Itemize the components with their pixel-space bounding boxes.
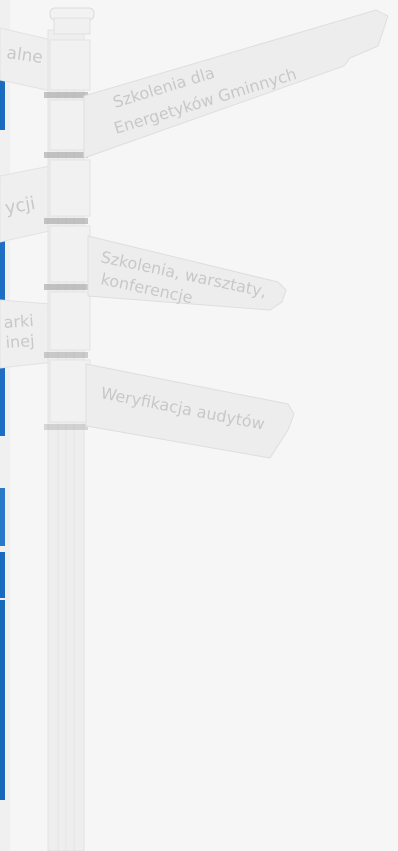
left-strip <box>0 0 10 851</box>
left-strip-segment <box>0 488 5 546</box>
sign-szkolenia-warsztaty: Szkolenia, warsztaty, konferencje <box>87 235 287 311</box>
signpost-graphic: alne ycji arki inej Szkolenia dla Energe… <box>0 0 389 851</box>
left-sign-3-text-2: inej <box>5 331 35 352</box>
pole-collar <box>44 424 88 430</box>
pole-collar <box>44 284 88 290</box>
left-strip-segment <box>0 552 5 598</box>
sign-weryfikacja-audytow: Weryfikacja audytów <box>85 363 295 459</box>
pole-collar <box>44 352 88 358</box>
left-strip-segment <box>0 600 5 800</box>
sign-energetycy-gminni: Szkolenia dla Energetyków Gminnych <box>83 9 389 159</box>
signpost-illustration: alne ycji arki inej Szkolenia dla Energe… <box>0 0 398 851</box>
pole-collar <box>44 218 88 224</box>
pole-collar <box>44 152 88 158</box>
pole-collar <box>44 92 88 98</box>
left-sign-3-text-1: arki <box>3 311 34 332</box>
